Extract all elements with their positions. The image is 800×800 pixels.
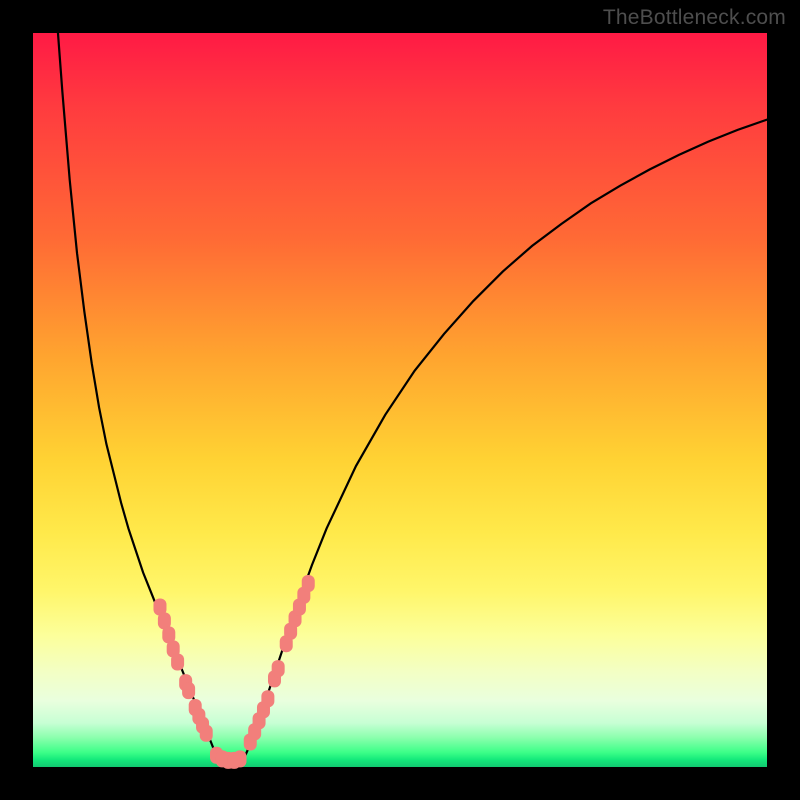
- data-marker: [171, 654, 184, 671]
- curve-layer: [58, 33, 767, 760]
- watermark-text: TheBottleneck.com: [603, 6, 786, 30]
- chart-svg: [33, 33, 767, 767]
- bottleneck-curve: [58, 33, 767, 760]
- data-marker: [302, 575, 315, 592]
- data-marker: [200, 725, 213, 742]
- data-marker: [233, 750, 246, 767]
- chart-frame: TheBottleneck.com: [0, 0, 800, 800]
- marker-layer: [153, 575, 314, 769]
- data-marker: [272, 660, 285, 677]
- data-marker: [182, 682, 195, 699]
- data-marker: [261, 690, 274, 707]
